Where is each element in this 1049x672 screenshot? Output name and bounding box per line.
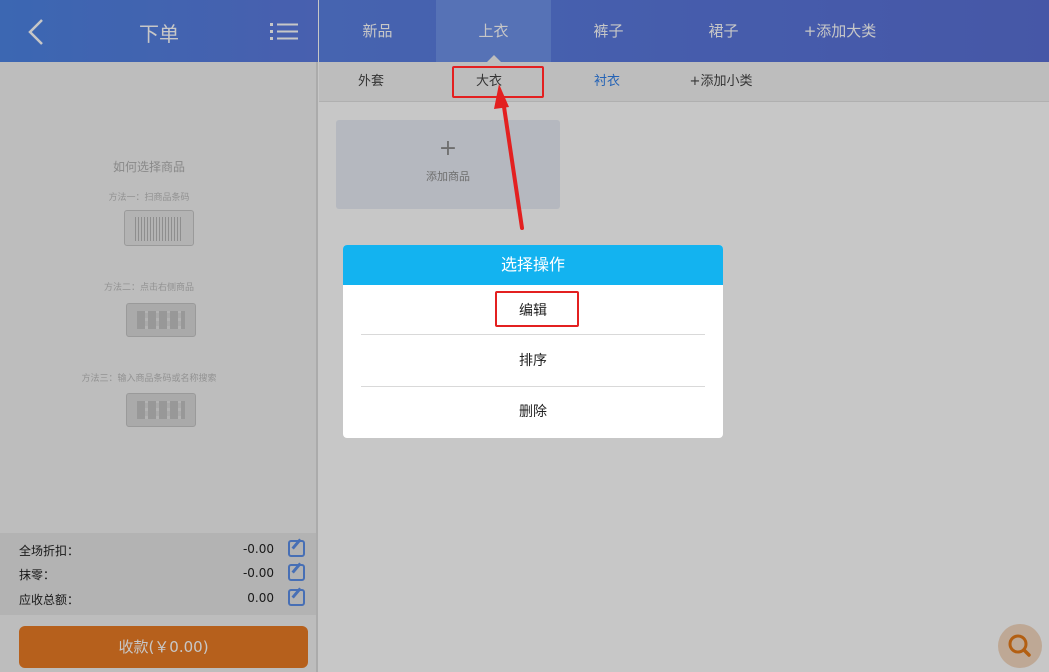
dialog-title: 选择操作 [343,245,723,285]
delete-option[interactable]: 删除 [361,386,705,438]
edit-option-highlight [495,291,579,327]
sort-option[interactable]: 排序 [361,335,705,387]
coat-tab-highlight [452,66,544,98]
action-dialog: 选择操作 编辑 排序 删除 [343,245,723,438]
